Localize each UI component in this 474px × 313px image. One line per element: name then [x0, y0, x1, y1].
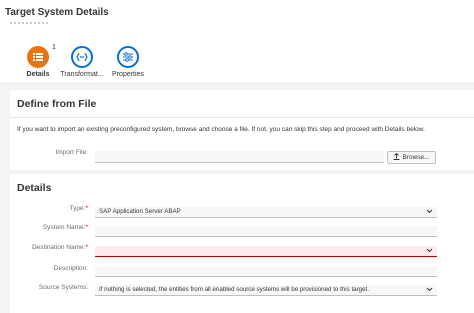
- details-section: Details Type:* SAP Application Server AB…: [10, 174, 474, 313]
- section-title: Define from File: [17, 98, 97, 110]
- form-content: Define from File If you want to import a…: [0, 84, 474, 313]
- system-name-label: System Name:*: [42, 224, 88, 231]
- description-input[interactable]: [95, 266, 437, 277]
- title-bar: Target System Details: [0, 0, 474, 30]
- divider: [10, 117, 474, 118]
- source-systems-select[interactable]: If nothing is selected, the entities fro…: [95, 285, 437, 296]
- tab-transformation[interactable]: Transformat...: [57, 46, 107, 78]
- tab-label: Details: [26, 71, 50, 78]
- section-title: Details: [17, 182, 52, 194]
- system-name-input[interactable]: [95, 226, 437, 237]
- chevron-down-icon: [426, 209, 433, 214]
- upload-icon: [393, 152, 400, 160]
- tab-label: Properties: [112, 71, 144, 78]
- source-systems-label: Source Systems:: [38, 284, 88, 291]
- description-label: Description:: [53, 265, 88, 272]
- subtitle-placeholder: [10, 22, 50, 24]
- destination-name-select[interactable]: [95, 246, 437, 257]
- transformation-icon: [71, 46, 93, 68]
- section-description: If you want to import an existing precon…: [17, 126, 425, 133]
- list-icon: [27, 46, 49, 68]
- type-select[interactable]: SAP Application Server ABAP: [95, 207, 437, 218]
- tab-properties[interactable]: Properties: [103, 46, 153, 78]
- type-label: Type:*: [69, 205, 88, 212]
- type-value: SAP Application Server ABAP: [99, 208, 181, 215]
- properties-icon: [117, 46, 139, 68]
- browse-label: Browse...: [402, 154, 430, 161]
- import-file-label: Import File:: [55, 149, 88, 156]
- step-badge: 1: [52, 44, 56, 51]
- source-systems-value: If nothing is selected, the entities fro…: [99, 286, 369, 293]
- step-tab-bar: Details 1 Transformat... Properties: [0, 30, 474, 86]
- chevron-down-icon: [426, 287, 433, 292]
- tab-label: Transformat...: [60, 71, 104, 78]
- browse-button[interactable]: Browse...: [387, 151, 436, 164]
- import-file-input[interactable]: [95, 151, 384, 163]
- page-title: Target System Details: [5, 7, 109, 18]
- chevron-down-icon: [426, 248, 433, 253]
- define-from-file-section: Define from File If you want to import a…: [10, 90, 474, 170]
- destination-name-label: Destination Name:*: [31, 244, 88, 251]
